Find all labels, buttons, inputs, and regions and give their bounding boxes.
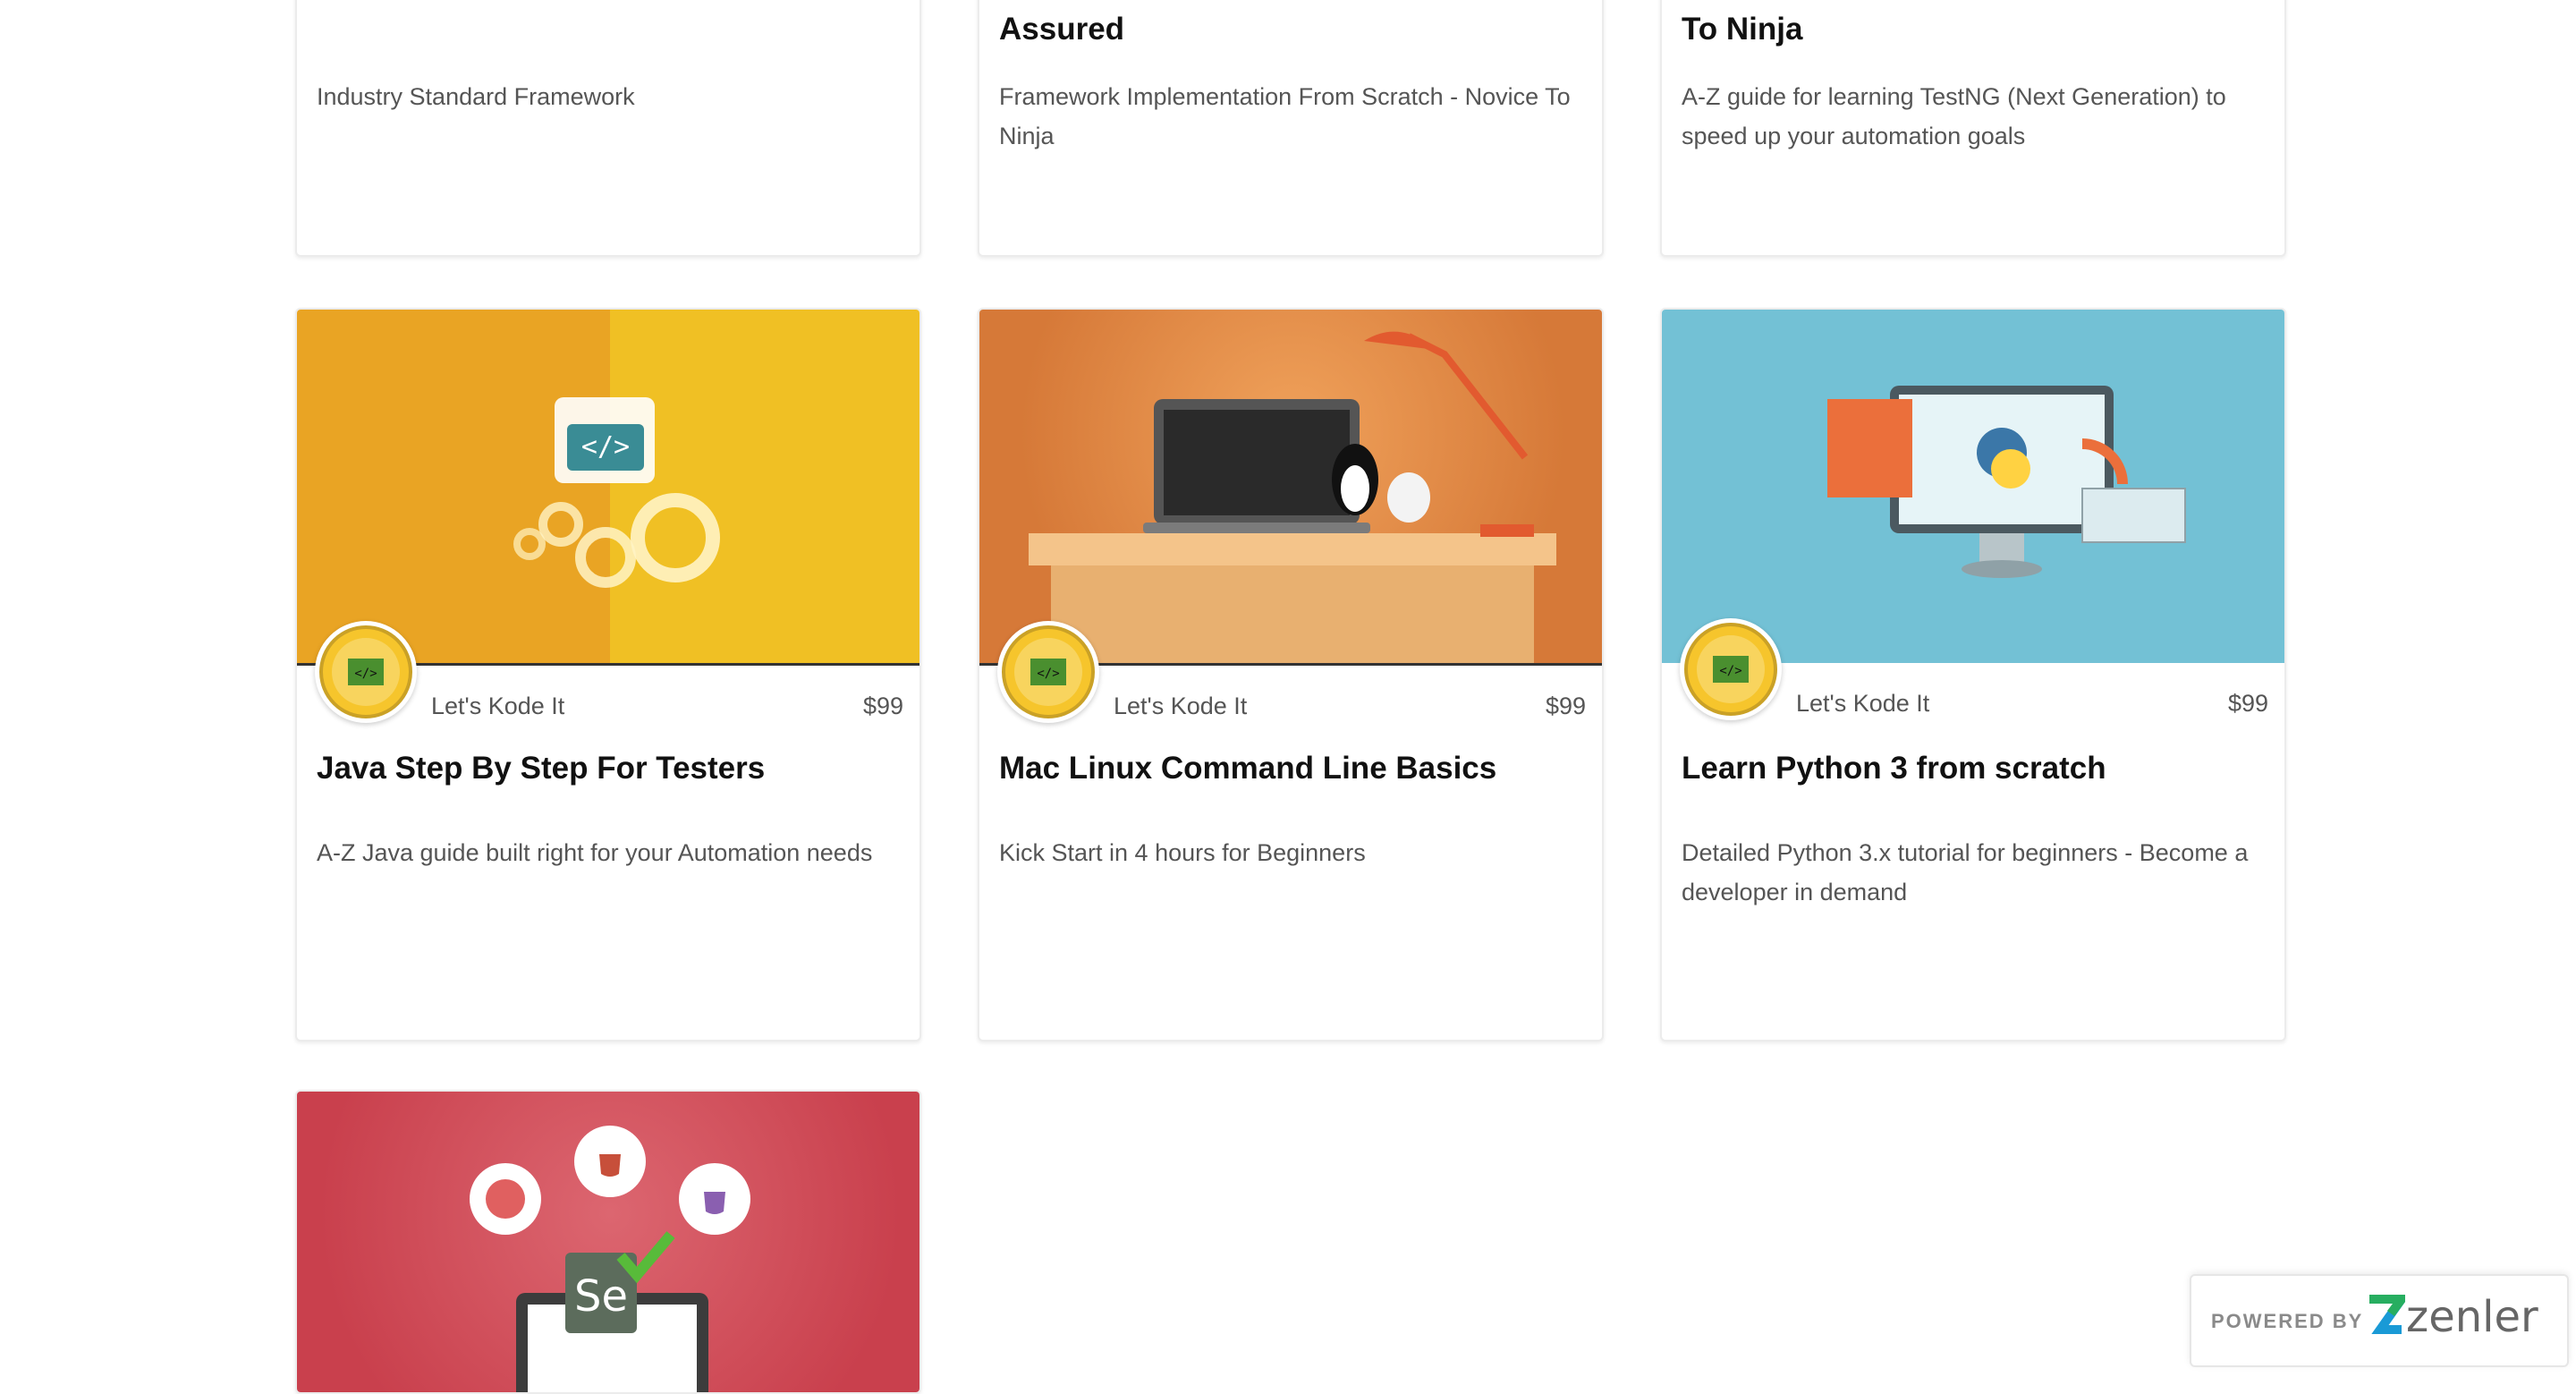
course-title[interactable]: Mac Linux Command Line Basics xyxy=(999,748,1582,789)
author-name: Let's Kode It xyxy=(1114,693,1248,719)
author-avatar[interactable]: </> xyxy=(1680,618,1782,720)
author-avatar[interactable]: </> xyxy=(997,621,1099,723)
svg-text:</>: </> xyxy=(1719,664,1741,678)
course-card[interactable]: Industry Standard Framework xyxy=(295,0,921,257)
selenium-java-illustration: Se xyxy=(470,1126,750,1392)
course-thumbnail[interactable] xyxy=(1662,310,2284,663)
course-title: Assured xyxy=(999,12,1125,47)
course-thumbnail[interactable] xyxy=(979,310,1602,663)
svg-text:Se: Se xyxy=(574,1271,628,1322)
course-thumbnail[interactable]: </> xyxy=(297,310,919,663)
course-card[interactable]: </> Let's Kode It $99 Mac Linux Command … xyxy=(978,308,1604,1041)
svg-text:</>: </> xyxy=(581,431,630,463)
course-title: To Ninja xyxy=(1682,12,1803,47)
course-subtitle: A-Z guide for learning TestNG (Next Gene… xyxy=(1682,83,2226,149)
author-name: Let's Kode It xyxy=(1796,690,1930,717)
course-title[interactable]: Java Step By Step For Testers xyxy=(317,748,900,789)
lets-kode-it-logo-icon: </> xyxy=(1684,623,1777,716)
course-subtitle: Framework Implementation From Scratch - … xyxy=(999,83,1571,149)
course-title[interactable]: Learn Python 3 from scratch xyxy=(1682,748,2265,789)
zenler-brand: zenler xyxy=(2406,1292,2538,1342)
author-avatar[interactable]: </> xyxy=(315,621,417,723)
code-gears-illustration: </> xyxy=(513,397,720,588)
course-price: $99 xyxy=(2227,690,2268,717)
course-card[interactable]: To Ninja A-Z guide for learning TestNG (… xyxy=(1660,0,2286,257)
lets-kode-it-logo-icon: </> xyxy=(319,625,412,718)
svg-text:</>: </> xyxy=(1037,667,1059,681)
course-subtitle: Kick Start in 4 hours for Beginners xyxy=(999,839,1366,866)
course-card[interactable]: </> Let's Kode It $99 Learn Python 3 fro… xyxy=(1660,308,2286,1041)
author-name: Let's Kode It xyxy=(431,693,565,719)
python-monitor-illustration xyxy=(1827,386,2186,578)
powered-by-label: POWERED BY xyxy=(2211,1310,2364,1332)
course-thumbnail[interactable]: Se xyxy=(297,1092,919,1392)
svg-text:</>: </> xyxy=(354,667,377,681)
course-card[interactable]: Se xyxy=(295,1090,921,1394)
course-price: $99 xyxy=(862,693,903,719)
course-card[interactable]: </> </> Let's Kode It $99 Java Step By S… xyxy=(295,308,921,1041)
course-subtitle: Industry Standard Framework xyxy=(317,83,635,110)
course-subtitle: Detailed Python 3.x tutorial for beginne… xyxy=(1682,839,2249,905)
powered-by-badge[interactable]: POWERED BY zenler xyxy=(2190,1274,2569,1367)
zenler-z-icon xyxy=(2369,1295,2405,1334)
course-card[interactable]: Assured Framework Implementation From Sc… xyxy=(978,0,1604,257)
course-price: $99 xyxy=(1545,693,1586,719)
course-subtitle: A-Z Java guide built right for your Auto… xyxy=(317,839,873,866)
linux-mac-laptop-illustration xyxy=(1029,331,1556,663)
lets-kode-it-logo-icon: </> xyxy=(1002,625,1095,718)
